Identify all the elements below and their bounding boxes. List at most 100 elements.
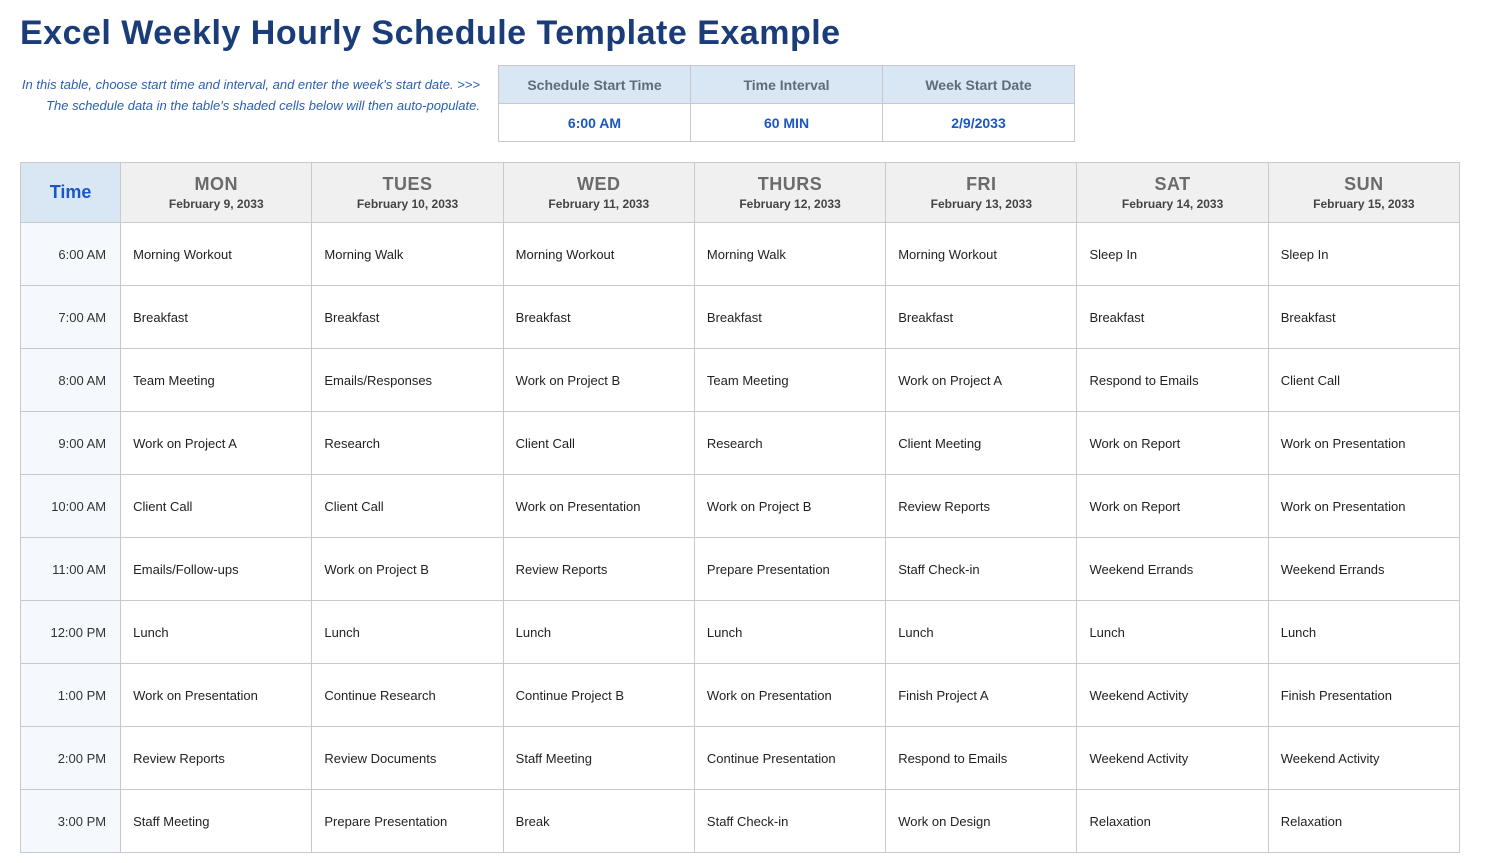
schedule-cell[interactable]: Breakfast [694, 286, 885, 349]
schedule-cell[interactable]: Work on Presentation [503, 475, 694, 538]
schedule-cell[interactable]: Staff Meeting [503, 727, 694, 790]
schedule-cell[interactable]: Breakfast [312, 286, 503, 349]
instructions-line2: The schedule data in the table's shaded … [46, 98, 480, 113]
schedule-cell[interactable]: Morning Workout [886, 223, 1077, 286]
schedule-cell[interactable]: Review Reports [503, 538, 694, 601]
day-name: THURS [696, 174, 884, 195]
day-name: MON [122, 174, 310, 195]
schedule-cell[interactable]: Staff Meeting [121, 790, 312, 853]
day-date: February 14, 2033 [1078, 197, 1266, 211]
schedule-cell[interactable]: Morning Workout [503, 223, 694, 286]
time-cell: 7:00 AM [21, 286, 121, 349]
table-row: 12:00 PMLunchLunchLunchLunchLunchLunchLu… [21, 601, 1460, 664]
day-date: February 15, 2033 [1270, 197, 1458, 211]
schedule-cell[interactable]: Prepare Presentation [312, 790, 503, 853]
schedule-cell[interactable]: Client Call [312, 475, 503, 538]
schedule-cell[interactable]: Continue Presentation [694, 727, 885, 790]
schedule-cell[interactable]: Sleep In [1268, 223, 1459, 286]
schedule-cell[interactable]: Emails/Responses [312, 349, 503, 412]
schedule-cell[interactable]: Team Meeting [694, 349, 885, 412]
day-name: WED [505, 174, 693, 195]
time-cell: 1:00 PM [21, 664, 121, 727]
schedule-cell[interactable]: Lunch [1268, 601, 1459, 664]
schedule-cell[interactable]: Morning Workout [121, 223, 312, 286]
schedule-cell[interactable]: Staff Check-in [694, 790, 885, 853]
schedule-cell[interactable]: Finish Presentation [1268, 664, 1459, 727]
schedule-cell[interactable]: Weekend Activity [1077, 727, 1268, 790]
schedule-cell[interactable]: Lunch [1077, 601, 1268, 664]
day-header: SATFebruary 14, 2033 [1077, 163, 1268, 223]
schedule-cell[interactable]: Breakfast [121, 286, 312, 349]
table-row: 11:00 AMEmails/Follow-upsWork on Project… [21, 538, 1460, 601]
schedule-cell[interactable]: Client Call [503, 412, 694, 475]
settings-value-start-time[interactable]: 6:00 AM [499, 104, 691, 142]
schedule-cell[interactable]: Research [312, 412, 503, 475]
schedule-cell[interactable]: Team Meeting [121, 349, 312, 412]
day-header: FRI February 13, 2033 [886, 163, 1077, 223]
schedule-cell[interactable]: Lunch [312, 601, 503, 664]
schedule-cell[interactable]: Work on Report [1077, 412, 1268, 475]
schedule-cell[interactable]: Weekend Errands [1077, 538, 1268, 601]
schedule-cell[interactable]: Respond to Emails [1077, 349, 1268, 412]
day-header: SUNFebruary 15, 2033 [1268, 163, 1459, 223]
schedule-cell[interactable]: Review Documents [312, 727, 503, 790]
schedule-cell[interactable]: Work on Presentation [121, 664, 312, 727]
day-name: FRI [887, 174, 1075, 195]
schedule-cell[interactable]: Emails/Follow-ups [121, 538, 312, 601]
schedule-cell[interactable]: Work on Project A [121, 412, 312, 475]
schedule-cell[interactable]: Weekend Errands [1268, 538, 1459, 601]
schedule-cell[interactable]: Review Reports [886, 475, 1077, 538]
instructions-text: In this table, choose start time and int… [20, 65, 480, 117]
schedule-cell[interactable]: Review Reports [121, 727, 312, 790]
schedule-cell[interactable]: Prepare Presentation [694, 538, 885, 601]
schedule-cell[interactable]: Weekend Activity [1268, 727, 1459, 790]
schedule-cell[interactable]: Client Meeting [886, 412, 1077, 475]
schedule-cell[interactable]: Work on Presentation [694, 664, 885, 727]
schedule-cell[interactable]: Break [503, 790, 694, 853]
day-date: February 13, 2033 [887, 197, 1075, 211]
settings-value-interval[interactable]: 60 MIN [691, 104, 883, 142]
schedule-cell[interactable]: Finish Project A [886, 664, 1077, 727]
schedule-cell[interactable]: Work on Presentation [1268, 412, 1459, 475]
schedule-cell[interactable]: Relaxation [1268, 790, 1459, 853]
time-cell: 6:00 AM [21, 223, 121, 286]
schedule-cell[interactable]: Breakfast [1077, 286, 1268, 349]
schedule-cell[interactable]: Work on Report [1077, 475, 1268, 538]
schedule-cell[interactable]: Lunch [886, 601, 1077, 664]
schedule-cell[interactable]: Work on Design [886, 790, 1077, 853]
schedule-cell[interactable]: Research [694, 412, 885, 475]
schedule-cell[interactable]: Relaxation [1077, 790, 1268, 853]
schedule-cell[interactable]: Morning Walk [694, 223, 885, 286]
schedule-cell[interactable]: Client Call [121, 475, 312, 538]
day-date: February 10, 2033 [313, 197, 501, 211]
table-row: 7:00 AMBreakfastBreakfastBreakfastBreakf… [21, 286, 1460, 349]
table-row: 9:00 AMWork on Project AResearchClient C… [21, 412, 1460, 475]
schedule-cell[interactable]: Lunch [121, 601, 312, 664]
instructions-line1: In this table, choose start time and int… [22, 77, 480, 92]
schedule-cell[interactable]: Respond to Emails [886, 727, 1077, 790]
schedule-cell[interactable]: Staff Check-in [886, 538, 1077, 601]
schedule-cell[interactable]: Continue Research [312, 664, 503, 727]
time-cell: 12:00 PM [21, 601, 121, 664]
schedule-cell[interactable]: Breakfast [886, 286, 1077, 349]
table-row: 10:00 AMClient CallClient CallWork on Pr… [21, 475, 1460, 538]
settings-value-week-start[interactable]: 2/9/2033 [883, 104, 1075, 142]
schedule-cell[interactable]: Lunch [503, 601, 694, 664]
day-name: TUES [313, 174, 501, 195]
schedule-cell[interactable]: Weekend Activity [1077, 664, 1268, 727]
schedule-cell[interactable]: Work on Project B [694, 475, 885, 538]
schedule-cell[interactable]: Work on Project B [503, 349, 694, 412]
schedule-cell[interactable]: Breakfast [503, 286, 694, 349]
day-header: TUES February 10, 2033 [312, 163, 503, 223]
schedule-cell[interactable]: Breakfast [1268, 286, 1459, 349]
day-header: WEDFebruary 11, 2033 [503, 163, 694, 223]
schedule-cell[interactable]: Sleep In [1077, 223, 1268, 286]
schedule-cell[interactable]: Client Call [1268, 349, 1459, 412]
day-date: February 9, 2033 [122, 197, 310, 211]
schedule-cell[interactable]: Continue Project B [503, 664, 694, 727]
schedule-cell[interactable]: Work on Project B [312, 538, 503, 601]
schedule-cell[interactable]: Morning Walk [312, 223, 503, 286]
schedule-cell[interactable]: Work on Presentation [1268, 475, 1459, 538]
schedule-cell[interactable]: Work on Project A [886, 349, 1077, 412]
schedule-cell[interactable]: Lunch [694, 601, 885, 664]
